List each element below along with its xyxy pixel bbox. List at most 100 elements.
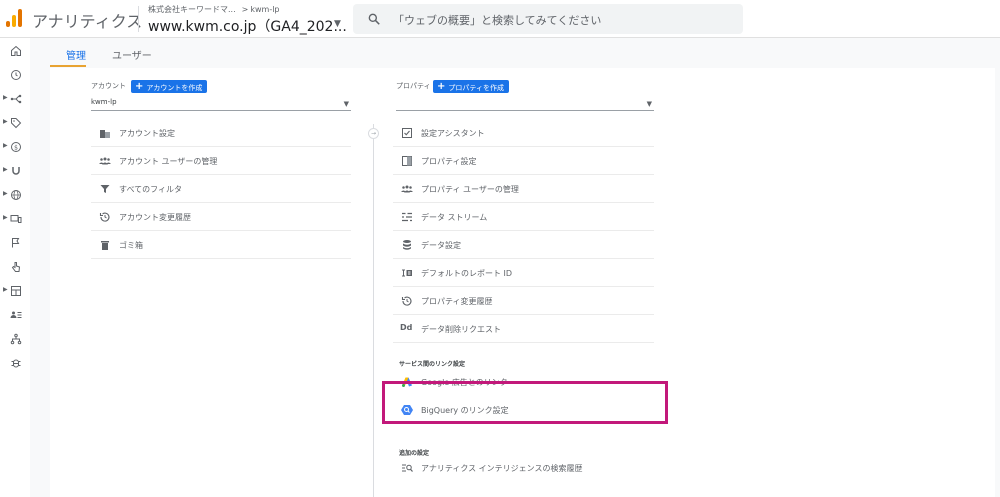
touch-icon — [11, 262, 21, 272]
create-account-label: アカウントを作成 — [146, 84, 203, 92]
account-history-item[interactable]: アカウント変更履歴 — [91, 203, 351, 231]
menu-label: デフォルトのレポート ID — [421, 269, 513, 278]
dashboard-icon — [11, 286, 21, 296]
dd-icon: Dd — [400, 323, 413, 332]
expand-triangle-icon: ▶ — [3, 142, 8, 149]
account-select-value: kwm-lp — [91, 98, 117, 106]
header-divider — [138, 6, 139, 32]
create-property-label: プロパティを作成 — [448, 84, 504, 92]
hierarchy-icon — [10, 333, 22, 345]
nav-home[interactable] — [0, 40, 30, 62]
menu-label: すべてのフィルタ — [119, 185, 182, 194]
create-property-button[interactable]: + プロパティを作成 — [433, 80, 509, 93]
history-icon — [99, 212, 110, 222]
nav-conversions[interactable] — [0, 256, 30, 278]
nav-tech[interactable]: ▶ — [0, 208, 30, 230]
menu-label: アカウント ユーザーの管理 — [119, 157, 218, 166]
trash-icon — [101, 241, 109, 250]
account-users-item[interactable]: アカウント ユーザーの管理 — [91, 147, 351, 175]
menu-label: アカウント変更履歴 — [119, 213, 191, 222]
menu-label: アカウント設定 — [119, 129, 175, 138]
app-title: アナリティクス — [32, 12, 143, 31]
account-settings-item[interactable]: アカウント設定 — [91, 119, 351, 147]
nav-retention[interactable]: ▶ — [0, 160, 30, 182]
building-icon — [100, 130, 110, 138]
user-list-icon — [10, 311, 22, 318]
flow-icon — [10, 94, 22, 104]
property-settings-item[interactable]: プロパティ設定 — [393, 147, 654, 175]
analytics-logo[interactable] — [6, 9, 22, 27]
caret-down-icon: ▼ — [343, 100, 349, 108]
admin-content: 管理 ユーザー アカウント + アカウントを作成 kwm-lp ▼ アカウント設定… — [30, 38, 1000, 497]
breadcrumb-arrow: > — [241, 5, 249, 14]
report-id-icon — [402, 269, 412, 277]
property-users-item[interactable]: プロパティ ユーザーの管理 — [393, 175, 654, 203]
property-heading: プロパティ — [396, 82, 431, 90]
stream-icon — [402, 212, 412, 222]
data-streams-item[interactable]: データ ストリーム — [393, 203, 654, 231]
tag-icon — [11, 118, 22, 129]
expand-triangle-icon: ▶ — [3, 166, 8, 173]
default-report-id-item[interactable]: デフォルトのレポート ID — [393, 259, 654, 287]
nav-realtime[interactable] — [0, 64, 30, 86]
data-deletion-item[interactable]: Dd データ削除リクエスト — [393, 315, 654, 343]
caret-down-icon: ▼ — [646, 100, 652, 108]
search-placeholder: 「ウェブの概要」と検索してみてください — [393, 14, 602, 27]
left-nav-rail: ▶ ▶ ▶ $ ▶ ▶ ▶ ▶ — [0, 38, 30, 497]
expand-triangle-icon: ▶ — [3, 286, 8, 293]
nav-events[interactable] — [0, 232, 30, 254]
trash-item[interactable]: ゴミ箱 — [91, 231, 351, 259]
home-icon — [11, 45, 21, 56]
column-divider — [373, 124, 374, 497]
flag-icon — [12, 238, 20, 248]
nav-acquisition[interactable]: ▶ — [0, 112, 30, 134]
setup-assistant-item[interactable]: 設定アシスタント — [393, 119, 654, 147]
highlight-box — [382, 381, 668, 424]
svg-text:$: $ — [14, 144, 18, 151]
plus-icon: + — [437, 81, 446, 92]
expand-triangle-icon: ▶ — [3, 94, 8, 101]
breadcrumb-property: kwm-lp — [250, 5, 280, 14]
globe-icon — [11, 190, 21, 200]
move-arrow-icon[interactable]: → — [368, 128, 379, 139]
nav-explore[interactable] — [0, 328, 30, 350]
dollar-icon: $ — [11, 142, 21, 152]
account-select[interactable]: kwm-lp ▼ — [91, 98, 351, 111]
all-filters-item[interactable]: すべてのフィルタ — [91, 175, 351, 203]
intelligence-search-history-item[interactable]: アナリティクス インテリジェンスの検索履歴 — [393, 454, 654, 482]
property-history-item[interactable]: プロパティ変更履歴 — [393, 287, 654, 315]
search-bar[interactable]: 「ウェブの概要」と検索してみてください — [353, 4, 743, 34]
menu-label: プロパティ変更履歴 — [421, 297, 493, 306]
filter-icon — [100, 185, 110, 193]
top-bar: アナリティクス 株式会社キーワードマ... > kwm-lp www.kwm.co.… — [0, 0, 1000, 38]
nav-lifecycle[interactable]: ▶ — [0, 88, 30, 110]
nav-demographics[interactable]: ▶ — [0, 184, 30, 206]
menu-label: プロパティ ユーザーの管理 — [421, 185, 519, 194]
nav-debug[interactable] — [0, 352, 30, 374]
caret-down-icon[interactable]: ▼ — [334, 19, 341, 29]
breadcrumb[interactable]: 株式会社キーワードマ... > kwm-lp — [148, 4, 280, 15]
clock-icon — [11, 70, 21, 80]
tab-admin[interactable]: 管理 — [66, 47, 86, 62]
plus-icon: + — [135, 81, 144, 92]
property-selector[interactable]: www.kwm.co.jp（GA4_202... — [148, 16, 347, 36]
bug-icon — [11, 359, 21, 368]
search-history-icon — [402, 464, 413, 472]
admin-panel: アカウント + アカウントを作成 kwm-lp ▼ アカウント設定 アカウント ユ… — [50, 68, 995, 497]
users-icon — [401, 185, 413, 193]
active-tab-indicator — [50, 65, 86, 67]
breadcrumb-account: 株式会社キーワードマ... — [148, 5, 236, 14]
property-select[interactable]: ▼ — [396, 98, 654, 111]
tab-user[interactable]: ユーザー — [112, 47, 152, 62]
nav-monetization[interactable]: ▶ $ — [0, 136, 30, 158]
menu-label: データ削除リクエスト — [421, 325, 501, 334]
database-icon — [403, 240, 411, 250]
data-settings-item[interactable]: データ設定 — [393, 231, 654, 259]
create-account-button[interactable]: + アカウントを作成 — [131, 80, 208, 93]
nav-audiences[interactable] — [0, 304, 30, 326]
nav-library[interactable]: ▶ — [0, 280, 30, 302]
property-settings-icon — [402, 156, 412, 166]
menu-label: 設定アシスタント — [421, 129, 485, 138]
magnet-icon — [12, 167, 20, 175]
history-icon — [401, 296, 412, 306]
